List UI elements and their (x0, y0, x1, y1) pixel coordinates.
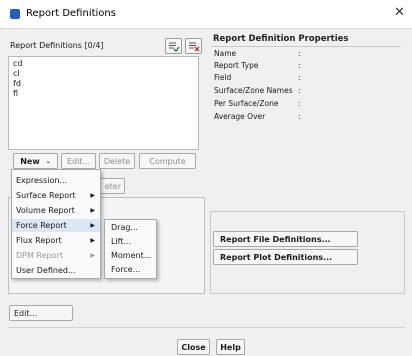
chevron-right-icon: ▶ (90, 207, 95, 214)
window-title: Report Definitions (26, 8, 116, 19)
submenu-item-force[interactable]: Force... (111, 265, 140, 274)
help-button[interactable]: Help (216, 339, 245, 355)
new-button-label: New (20, 156, 40, 166)
prop-key: Report Type (214, 61, 259, 70)
bottom-edit-button[interactable]: Edit... (9, 305, 73, 321)
new-dropdown-menu: Expression... Surface Report ▶ Volume Rep… (11, 169, 101, 279)
app-icon (10, 9, 20, 19)
menu-item-label: DPM Report (16, 251, 63, 260)
new-dropdown-button[interactable]: New ⌄ (13, 153, 58, 169)
compute-button[interactable]: Compute (139, 153, 196, 169)
prop-value: : (298, 61, 301, 70)
prop-key: Per Surface/Zone (214, 99, 279, 108)
edit-button[interactable]: Edit... (61, 153, 96, 169)
menu-item-label: Force Report (16, 221, 67, 230)
list-item[interactable]: fd (13, 79, 21, 88)
properties-divider (211, 46, 401, 47)
force-report-submenu: Drag... Lift... Moment... Force... (104, 219, 157, 279)
title-separator (0, 28, 412, 29)
menu-item-label: Expression... (16, 176, 68, 185)
report-plot-definitions-button[interactable]: Report Plot Definitions... (213, 249, 358, 265)
definitions-list-label: Report Definitions [0/4] (10, 41, 104, 50)
close-button[interactable]: Close (177, 339, 210, 355)
menu-item-label: Flux Report (16, 236, 62, 245)
delete-button[interactable]: Delete (99, 153, 135, 169)
list-item[interactable]: fl (13, 89, 18, 98)
report-file-definitions-button[interactable]: Report File Definitions... (213, 231, 358, 247)
definitions-listbox[interactable]: cd cl fd fl (8, 56, 199, 150)
prop-value: : (298, 86, 301, 95)
list-item[interactable]: cd (13, 59, 22, 68)
submenu-item-moment[interactable]: Moment... (111, 251, 151, 260)
submenu-item-lift[interactable]: Lift... (111, 237, 131, 246)
menu-item-force-report[interactable]: Force Report ▶ (12, 219, 100, 232)
prop-value: : (298, 99, 301, 108)
chevron-right-icon: ▶ (90, 252, 95, 259)
prop-key: Surface/Zone Names (214, 86, 293, 95)
menu-item-user-defined[interactable]: User Defined... (12, 264, 100, 277)
chevron-right-icon: ▶ (90, 222, 95, 229)
submenu-item-drag[interactable]: Drag... (111, 223, 138, 232)
menu-item-label: User Defined... (16, 266, 76, 275)
chevron-right-icon: ▶ (90, 192, 95, 199)
prop-value: : (298, 73, 301, 82)
list-item[interactable]: cl (13, 69, 20, 78)
menu-item-expression[interactable]: Expression... (12, 174, 100, 187)
chevron-down-icon: ⌄ (45, 157, 51, 165)
prop-key: Average Over (214, 112, 266, 121)
menu-item-label: Volume Report (16, 206, 75, 215)
prop-key: Field (214, 73, 232, 82)
menu-item-volume-report[interactable]: Volume Report ▶ (12, 204, 100, 217)
menu-item-flux-report[interactable]: Flux Report ▶ (12, 234, 100, 247)
deselect-all-icon[interactable] (185, 38, 202, 54)
menu-item-dpm-report: DPM Report ▶ (12, 249, 100, 262)
menu-item-surface-report[interactable]: Surface Report ▶ (12, 189, 100, 202)
close-icon[interactable]: ✕ (394, 5, 405, 20)
prop-value: : (298, 49, 301, 58)
prop-value: : (298, 112, 301, 121)
chevron-right-icon: ▶ (90, 237, 95, 244)
menu-item-label: Surface Report (16, 191, 76, 200)
bottom-separator (8, 327, 405, 328)
select-all-icon[interactable] (165, 38, 182, 54)
properties-title: Report Definition Properties (213, 34, 349, 44)
prop-key: Name (214, 49, 237, 58)
